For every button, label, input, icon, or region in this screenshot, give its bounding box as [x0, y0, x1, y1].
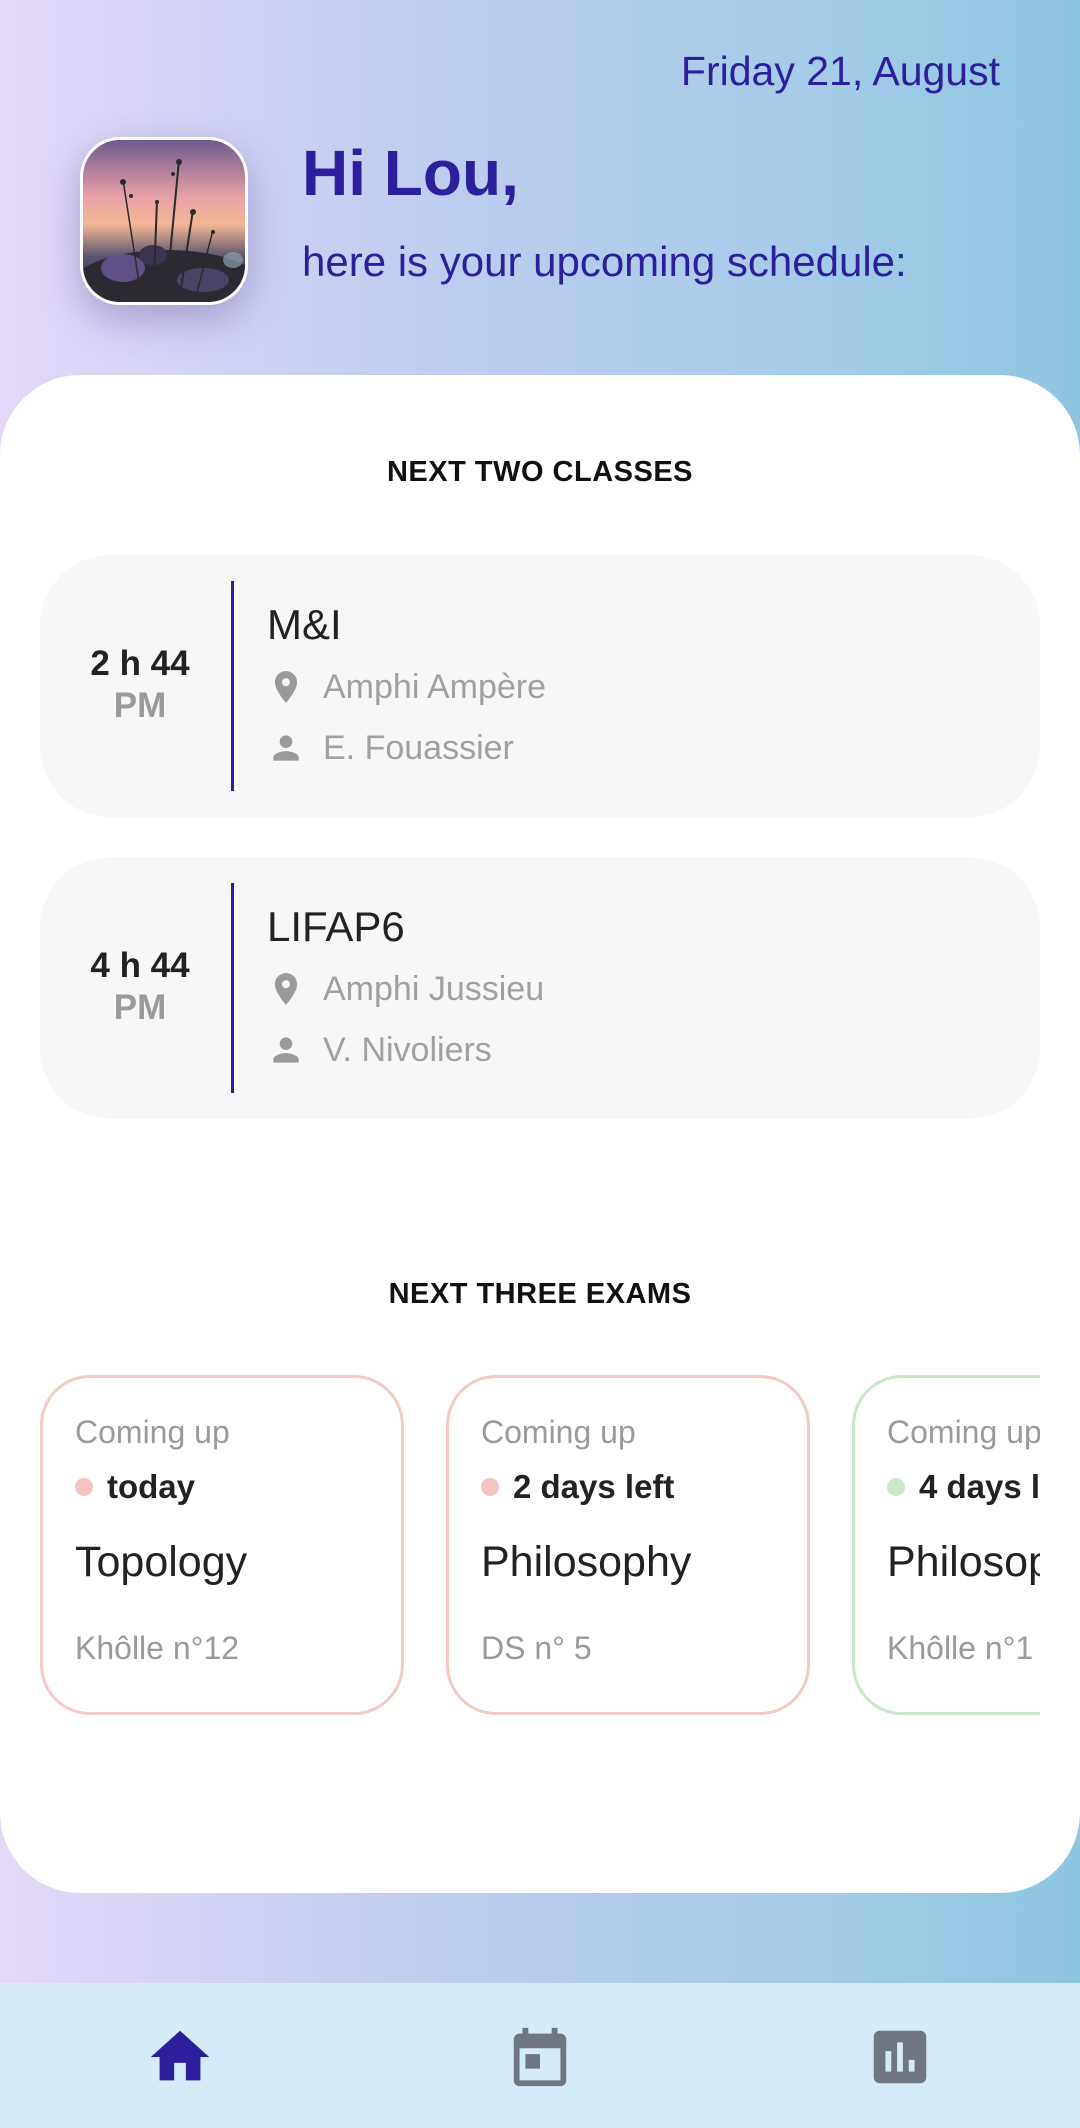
class-time: 2 h 44 PM: [40, 643, 240, 727]
exam-subject: Philosophy: [481, 1538, 692, 1586]
exams-carousel[interactable]: Coming up today Topology Khôlle n°12 Com…: [40, 1375, 1040, 1735]
status-dot: [887, 1478, 905, 1496]
class-card[interactable]: 2 h 44 PM M&I Amphi Ampère E. Fouassier: [40, 555, 1040, 817]
location-pin-icon: [274, 671, 298, 703]
class-name: LIFAP6: [267, 903, 405, 950]
class-location-row: Amphi Jussieu: [267, 967, 544, 1011]
exam-label: Coming up: [481, 1414, 636, 1450]
nav-statistics[interactable]: [860, 2017, 940, 2097]
bottom-navigation: [0, 1983, 1080, 2128]
class-name: M&I: [267, 601, 342, 648]
class-location: Amphi Ampère: [323, 667, 546, 706]
location-pin-icon: [274, 973, 298, 1005]
exam-status-text: 4 days left: [919, 1468, 1040, 1505]
status-dot: [75, 1478, 93, 1496]
class-teacher-row: V. Nivoliers: [267, 1028, 492, 1072]
avatar[interactable]: [80, 137, 248, 305]
greeting: Hi Lou,: [302, 137, 519, 209]
person-icon: [273, 735, 299, 761]
exam-label: Coming up: [887, 1414, 1040, 1450]
exam-status-text: today: [107, 1468, 196, 1505]
current-date: Friday 21, August: [680, 48, 1000, 94]
nav-home[interactable]: [140, 2017, 220, 2097]
class-time-value: 4 h 44: [90, 946, 190, 985]
home-icon: [150, 2030, 210, 2081]
class-teacher-row: E. Fouassier: [267, 726, 514, 770]
class-teacher: V. Nivoliers: [323, 1030, 492, 1069]
exam-type: DS n° 5: [481, 1630, 592, 1666]
class-time-value: 2 h 44: [90, 644, 190, 683]
exam-card[interactable]: Coming up 4 days left Philosophy Khôlle …: [852, 1375, 1040, 1715]
exams-section-title: NEXT THREE EXAMS: [388, 1278, 692, 1310]
schedule-card: NEXT TWO CLASSES 2 h 44 PM M&I Amphi Amp…: [0, 375, 1080, 1893]
status-dot: [481, 1478, 499, 1496]
exam-status: today: [75, 1468, 195, 1506]
exam-type: Khôlle n°1: [887, 1630, 1034, 1666]
class-divider: [231, 581, 234, 791]
exam-label: Coming up: [75, 1414, 230, 1450]
avatar-image: [83, 159, 245, 302]
class-divider: [231, 883, 234, 1093]
exam-card[interactable]: Coming up 2 days left Philosophy DS n° 5: [446, 1375, 810, 1715]
nav-calendar[interactable]: [500, 2017, 580, 2097]
bar-chart-icon: [873, 2030, 927, 2084]
exam-status: 4 days left: [887, 1468, 1040, 1506]
class-time-period: PM: [113, 686, 167, 725]
calendar-icon: [513, 2027, 567, 2087]
class-location-row: Amphi Ampère: [267, 665, 546, 709]
classes-section-title: NEXT TWO CLASSES: [386, 456, 694, 488]
class-location: Amphi Jussieu: [323, 969, 545, 1008]
class-time: 4 h 44 PM: [40, 945, 240, 1029]
person-icon: [273, 1037, 299, 1063]
exam-type: Khôlle n°12: [75, 1630, 240, 1666]
exam-card[interactable]: Coming up today Topology Khôlle n°12: [40, 1375, 404, 1715]
exam-status-text: 2 days left: [513, 1468, 675, 1505]
schedule-subtitle: here is your upcoming schedule:: [302, 238, 907, 285]
exam-subject: Topology: [75, 1538, 248, 1586]
exam-subject: Philosophy: [887, 1538, 1040, 1586]
class-card[interactable]: 4 h 44 PM LIFAP6 Amphi Jussieu V. Nivoli…: [40, 857, 1040, 1119]
exam-status: 2 days left: [481, 1468, 674, 1506]
class-teacher: E. Fouassier: [323, 728, 514, 767]
class-time-period: PM: [113, 988, 167, 1027]
